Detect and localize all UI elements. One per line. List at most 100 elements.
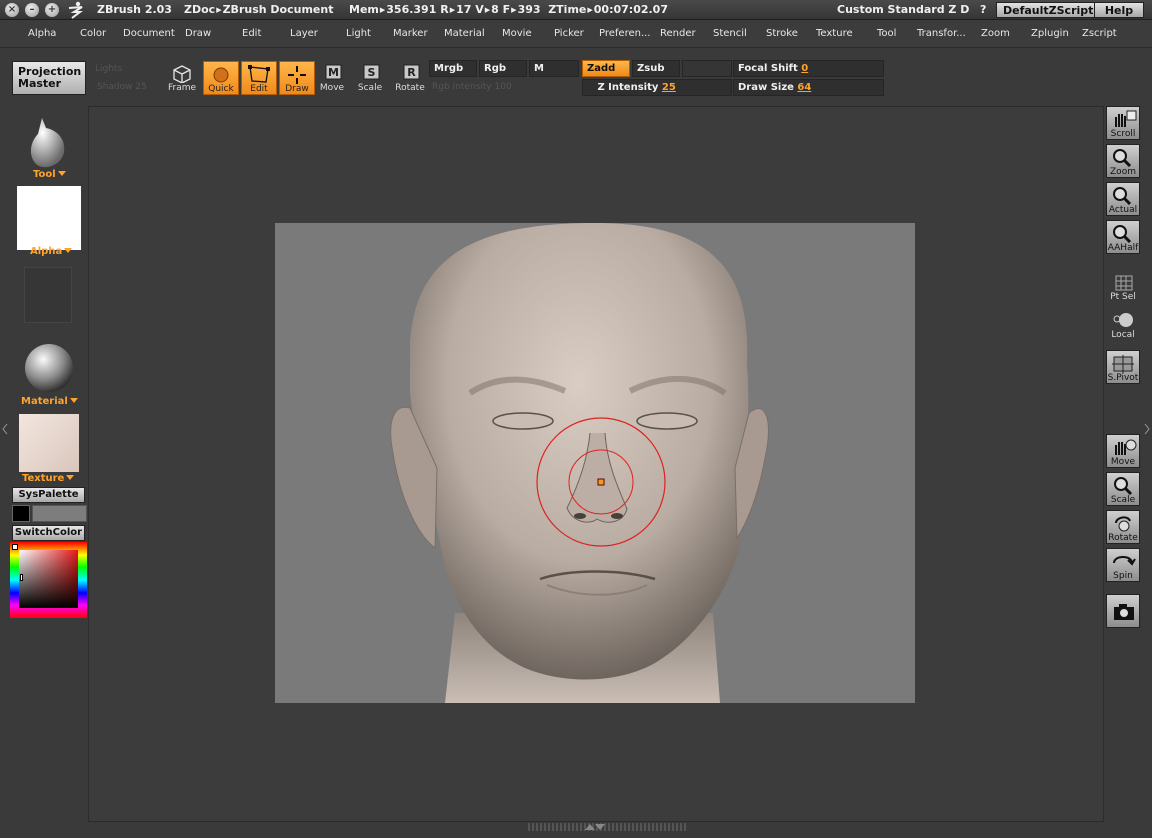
menu-zoom[interactable]: Zoom (981, 28, 1010, 39)
menu-light[interactable]: Light (346, 28, 371, 39)
spin-label: Spin (1113, 571, 1133, 581)
saturation-brightness-square[interactable] (19, 550, 78, 608)
move-button[interactable]: M Move (314, 61, 350, 95)
snapshot-button[interactable] (1106, 594, 1140, 628)
move-view-button[interactable]: Move (1106, 434, 1140, 468)
menu-picker[interactable]: Picker (554, 28, 584, 39)
scroll-button[interactable]: Scroll (1106, 106, 1140, 140)
scale-button[interactable]: S Scale (352, 61, 388, 95)
menu-zscript[interactable]: Zscript (1082, 28, 1117, 39)
mrgb-button[interactable]: Mrgb (429, 60, 477, 77)
actual-button[interactable]: Actual (1106, 182, 1140, 216)
arrow-icon: ▶ (511, 6, 517, 14)
doc-prefix: ZDoc (184, 3, 216, 16)
edit-button[interactable]: Edit (241, 61, 277, 95)
menu-movie[interactable]: Movie (502, 28, 532, 39)
material-sphere-thumbnail[interactable] (24, 342, 74, 398)
main-color-swatch[interactable] (12, 505, 30, 522)
scale-view-button[interactable]: Scale (1106, 472, 1140, 506)
scale-label: Scale (357, 83, 383, 93)
edit-label: Edit (250, 84, 268, 94)
zoom-button[interactable]: Zoom (1106, 144, 1140, 178)
rgb-button[interactable]: Rgb (479, 60, 527, 77)
hue-ring-color-picker[interactable] (10, 542, 87, 618)
right-collapse-handle[interactable] (1144, 414, 1150, 444)
r-value: 17 (456, 3, 472, 16)
menu-marker[interactable]: Marker (393, 28, 428, 39)
hue-marker[interactable] (12, 544, 18, 550)
arrow-icon: ▶ (379, 6, 386, 14)
menu-texture[interactable]: Texture (816, 28, 853, 39)
focal-shift-label: Focal Shift (738, 63, 798, 74)
alpha-thumbnail[interactable] (17, 186, 81, 250)
minimize-window-icon[interactable]: – (25, 3, 39, 17)
magnifier-actual-icon (1113, 187, 1132, 205)
m-button[interactable]: M (529, 60, 579, 77)
f-label: F (502, 3, 511, 16)
menu-stroke[interactable]: Stroke (766, 28, 798, 39)
spin-button[interactable]: Spin (1106, 548, 1140, 582)
tool-thumbnail[interactable] (26, 114, 70, 174)
texture-thumbnail[interactable] (19, 414, 79, 472)
pt-sel-button[interactable]: Pt Sel (1106, 270, 1140, 304)
quick-button[interactable]: Quick (203, 61, 239, 95)
maximize-window-icon[interactable]: + (45, 3, 59, 17)
frame-button[interactable]: Frame (164, 61, 200, 95)
texture-label[interactable]: Texture (22, 473, 75, 484)
default-zscript-button[interactable]: DefaultZScript (996, 2, 1101, 18)
spin-icon (1113, 556, 1136, 566)
s-pivot-button[interactable]: S.Pivot (1106, 350, 1140, 384)
rotate-button[interactable]: R Rotate (392, 61, 428, 95)
menu-layer[interactable]: Layer (290, 28, 318, 39)
aahalf-button[interactable]: AAHalf (1106, 220, 1140, 254)
move-view-label: Move (1110, 457, 1136, 467)
menu-tool[interactable]: Tool (877, 28, 896, 39)
draw-size-slider[interactable]: Draw Size 64 (733, 79, 884, 96)
color-marker[interactable] (20, 574, 23, 581)
menu-stencil[interactable]: Stencil (713, 28, 747, 39)
menu-preferences[interactable]: Preferen... (599, 28, 651, 39)
move-icon: M (325, 64, 342, 80)
projection-master-button[interactable]: Projection Master (12, 61, 86, 95)
focal-shift-slider[interactable]: Focal Shift 0 (733, 60, 884, 77)
stroke-thumbnail-disabled (24, 267, 72, 323)
f-value: 393 (517, 3, 541, 16)
zsub-button[interactable]: Zsub (632, 60, 680, 77)
menu-zplugin[interactable]: Zplugin (1031, 28, 1069, 39)
move-label: Move (319, 83, 345, 93)
alpha-label[interactable]: Alpha (30, 246, 73, 257)
texture-text: Texture (22, 473, 65, 484)
material-text: Material (21, 396, 68, 407)
rotate-label: Rotate (395, 83, 425, 93)
zadd-button[interactable]: Zadd (582, 60, 630, 77)
bottom-bar (88, 822, 1104, 838)
close-window-icon[interactable]: × (5, 3, 19, 17)
material-label[interactable]: Material (21, 396, 78, 407)
help-button[interactable]: Help (1094, 2, 1144, 18)
secondary-color-swatch[interactable] (32, 505, 87, 522)
left-collapse-handle[interactable] (2, 414, 8, 444)
menu-material[interactable]: Material (444, 28, 485, 39)
switchcolor-button[interactable]: SwitchColor (12, 525, 85, 541)
menu-render[interactable]: Render (660, 28, 696, 39)
menu-draw[interactable]: Draw (185, 28, 211, 39)
camera-icon (1114, 604, 1134, 620)
tool-label[interactable]: Tool (33, 169, 66, 180)
syspalette-button[interactable]: SysPalette (12, 487, 85, 503)
menu-color[interactable]: Color (80, 28, 106, 39)
menu-transform[interactable]: Transfor... (917, 28, 966, 39)
layout-selector[interactable]: Custom Standard Z D (837, 3, 969, 16)
draw-button[interactable]: Draw (279, 61, 315, 95)
menu-edit[interactable]: Edit (242, 28, 261, 39)
z-intensity-slider[interactable]: Z Intensity 25 (582, 79, 732, 96)
menu-document[interactable]: Document (123, 28, 175, 39)
expand-tray-icon[interactable] (583, 822, 607, 832)
r-label: R (440, 3, 449, 16)
help-question[interactable]: ? (980, 3, 986, 16)
bottom-tray-handle[interactable] (528, 823, 688, 831)
document-canvas[interactable] (275, 223, 915, 703)
head-sculpt-model[interactable] (275, 223, 915, 703)
local-button[interactable]: Local (1106, 308, 1140, 342)
menu-alpha[interactable]: Alpha (28, 28, 56, 39)
rotate-view-button[interactable]: Rotate (1106, 510, 1140, 544)
